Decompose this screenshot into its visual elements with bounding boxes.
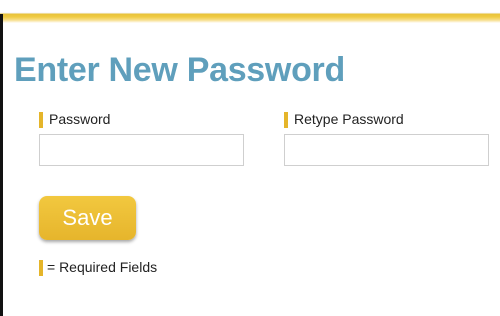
required-fields-text: = Required Fields [47,259,158,275]
password-label: Password [49,111,111,127]
required-fields-legend: = Required Fields [39,259,157,276]
required-marker-icon [39,259,43,276]
page-title: Enter New Password [14,51,345,89]
required-marker-icon [39,111,43,128]
password-form-panel: Enter New Password Password Retype Passw… [0,0,500,316]
password-input[interactable] [39,134,244,166]
panel-left-border [0,14,3,316]
retype-password-label: Retype Password [294,111,404,127]
retype-password-label-row: Retype Password [284,111,404,128]
retype-password-input[interactable] [284,134,489,166]
password-label-row: Password [39,111,110,128]
save-button[interactable]: Save [39,196,136,240]
required-marker-icon [284,111,288,128]
top-accent-bar [0,0,500,23]
